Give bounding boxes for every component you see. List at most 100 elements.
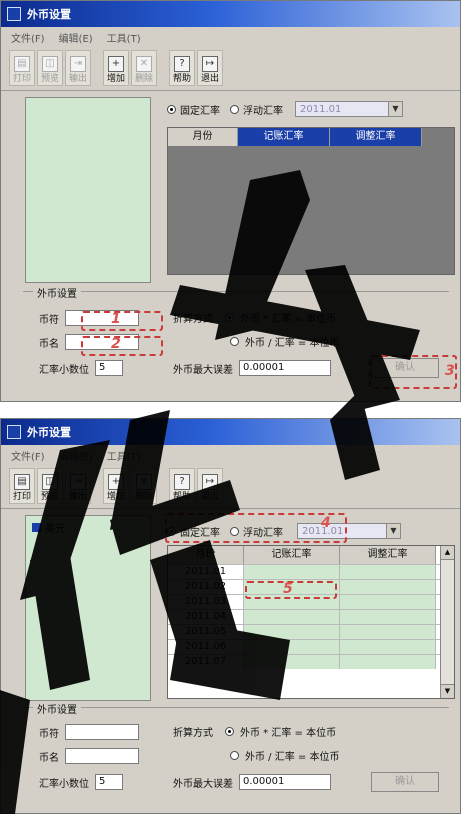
max-error-input[interactable]: 0.00001: [239, 774, 331, 790]
record-rate-cell[interactable]: [244, 625, 340, 639]
table-row[interactable]: 2011.04: [168, 609, 454, 624]
delete-button[interactable]: ✕ 删除: [131, 468, 157, 504]
decimals-label: 汇率小数位: [39, 778, 89, 790]
toolbar: ▤ 打印 ◫ 预览 ⇥ 输出 + 增加 ✕ 删除 ? 帮助 ↦ 退出: [1, 465, 460, 509]
menu-edit[interactable]: 编辑(E): [59, 448, 93, 463]
period-value: 2011.01: [300, 103, 342, 115]
name-label: 币名: [39, 752, 59, 764]
menu-edit[interactable]: 编辑(E): [59, 30, 93, 45]
chevron-down-icon[interactable]: ▼: [386, 524, 400, 538]
preview-button[interactable]: ◫ 预览: [37, 50, 63, 86]
adjust-rate-cell[interactable]: [340, 625, 436, 639]
exit-label: 退出: [200, 492, 219, 502]
month-cell: 2011.05: [168, 625, 244, 639]
method-multiply-radio[interactable]: [225, 727, 234, 736]
marker-4: 4: [321, 515, 331, 531]
exit-button[interactable]: ↦ 退出: [197, 468, 223, 504]
window-title: 外币设置: [27, 426, 71, 439]
method-divide-radio[interactable]: [230, 337, 239, 346]
currency-list[interactable]: 美元: [25, 515, 151, 701]
symbol-input[interactable]: [65, 724, 139, 740]
help-button[interactable]: ? 帮助: [169, 50, 195, 86]
period-select[interactable]: 2011.01 ▼: [295, 101, 403, 117]
adjust-rate-cell[interactable]: [340, 580, 436, 594]
add-button[interactable]: + 增加: [103, 468, 129, 504]
window-title: 外币设置: [27, 8, 71, 21]
add-button[interactable]: + 增加: [103, 50, 129, 86]
record-rate-cell[interactable]: [244, 565, 340, 579]
marker-2: 2: [111, 336, 121, 352]
record-rate-cell[interactable]: [244, 610, 340, 624]
delete-icon: ✕: [136, 474, 152, 490]
adjust-rate-cell[interactable]: [340, 610, 436, 624]
name-input[interactable]: [65, 748, 139, 764]
exit-label: 退出: [200, 74, 219, 84]
decimals-input[interactable]: 5: [95, 360, 123, 376]
export-icon: ⇥: [70, 474, 86, 490]
marker-5: 5: [283, 581, 293, 597]
help-button[interactable]: ? 帮助: [169, 468, 195, 504]
app-icon: [7, 425, 21, 439]
method-divide-radio[interactable]: [230, 751, 239, 760]
table-row[interactable]: 2011.01: [168, 564, 454, 579]
grid-scrollbar[interactable]: ▲ ▼: [440, 546, 454, 698]
exit-button[interactable]: ↦ 退出: [197, 50, 223, 86]
rate-grid[interactable]: 月份 记账汇率 调整汇率: [167, 127, 455, 275]
delete-icon: ✕: [136, 56, 152, 72]
table-row[interactable]: 2011.06: [168, 639, 454, 654]
adjust-rate-cell[interactable]: [340, 565, 436, 579]
menu-tools[interactable]: 工具(T): [107, 30, 141, 45]
menu-file[interactable]: 文件(F): [11, 448, 45, 463]
record-rate-cell[interactable]: [244, 655, 340, 669]
currency-settings-group: 外币设置 币符 币名 汇率小数位 5 折算方式 外币 * 汇率 = 本位币 外币…: [23, 701, 449, 807]
highlight-symbol: [81, 311, 163, 331]
menu-tools[interactable]: 工具(T): [107, 448, 141, 463]
table-row[interactable]: 2011.07: [168, 654, 454, 669]
table-row[interactable]: 2011.05: [168, 624, 454, 639]
add-label: 增加: [106, 74, 125, 84]
delete-button[interactable]: ✕ 删除: [131, 50, 157, 86]
export-icon: ⇥: [70, 56, 86, 72]
rate-grid[interactable]: 月份 记账汇率 调整汇率 2011.01 2011.02 2011.03 2011.0…: [167, 545, 455, 699]
chevron-down-icon[interactable]: ▼: [388, 102, 402, 116]
print-icon: ▤: [14, 474, 30, 490]
method-multiply-radio[interactable]: [225, 313, 234, 322]
scroll-up-icon[interactable]: ▲: [441, 546, 454, 560]
currency-list[interactable]: [25, 97, 151, 283]
print-button[interactable]: ▤ 打印: [9, 50, 35, 86]
currency-settings-window-2: 外币设置 文件(F) 编辑(E) 工具(T) ▤ 打印 ◫ 预览 ⇥ 输出 + 增加 ✕…: [0, 418, 461, 814]
delete-label: 删除: [134, 74, 153, 84]
record-rate-cell[interactable]: [244, 640, 340, 654]
fixed-rate-radio[interactable]: [167, 104, 176, 114]
preview-button[interactable]: ◫ 预览: [37, 468, 63, 504]
scroll-down-icon[interactable]: ▼: [441, 684, 454, 698]
confirm-button[interactable]: 确认: [371, 772, 439, 792]
month-cell: 2011.01: [168, 565, 244, 579]
max-error-input[interactable]: 0.00001: [239, 360, 331, 376]
print-button[interactable]: ▤ 打印: [9, 468, 35, 504]
method-label: 折算方式: [173, 728, 213, 739]
currency-settings-window-1: 外币设置 文件(F) 编辑(E) 工具(T) ▤ 打印 ◫ 预览 ⇥ 输出 + 增加 ✕…: [0, 0, 461, 402]
adjust-rate-cell[interactable]: [340, 595, 436, 609]
max-error-label: 外币最大误差: [173, 778, 233, 790]
exit-icon: ↦: [202, 474, 218, 490]
currency-item-usd[interactable]: 美元: [26, 516, 150, 539]
symbol-label: 币符: [39, 728, 59, 740]
export-button[interactable]: ⇥ 输出: [65, 468, 91, 504]
col-month: 月份: [168, 546, 244, 564]
add-icon: +: [108, 56, 124, 72]
print-label: 打印: [12, 492, 31, 502]
add-label: 增加: [106, 492, 125, 502]
adjust-rate-cell[interactable]: [340, 640, 436, 654]
export-label: 输出: [68, 492, 87, 502]
floating-rate-radio[interactable]: [230, 104, 239, 114]
decimals-input[interactable]: 5: [95, 774, 123, 790]
export-button[interactable]: ⇥ 输出: [65, 50, 91, 86]
menu-file[interactable]: 文件(F): [11, 30, 45, 45]
marker-1: 1: [111, 311, 121, 327]
adjust-rate-cell[interactable]: [340, 655, 436, 669]
help-label: 帮助: [172, 74, 191, 84]
group-title: 外币设置: [33, 285, 81, 300]
month-cell: 2011.04: [168, 610, 244, 624]
col-record-rate: 记账汇率: [244, 546, 340, 564]
